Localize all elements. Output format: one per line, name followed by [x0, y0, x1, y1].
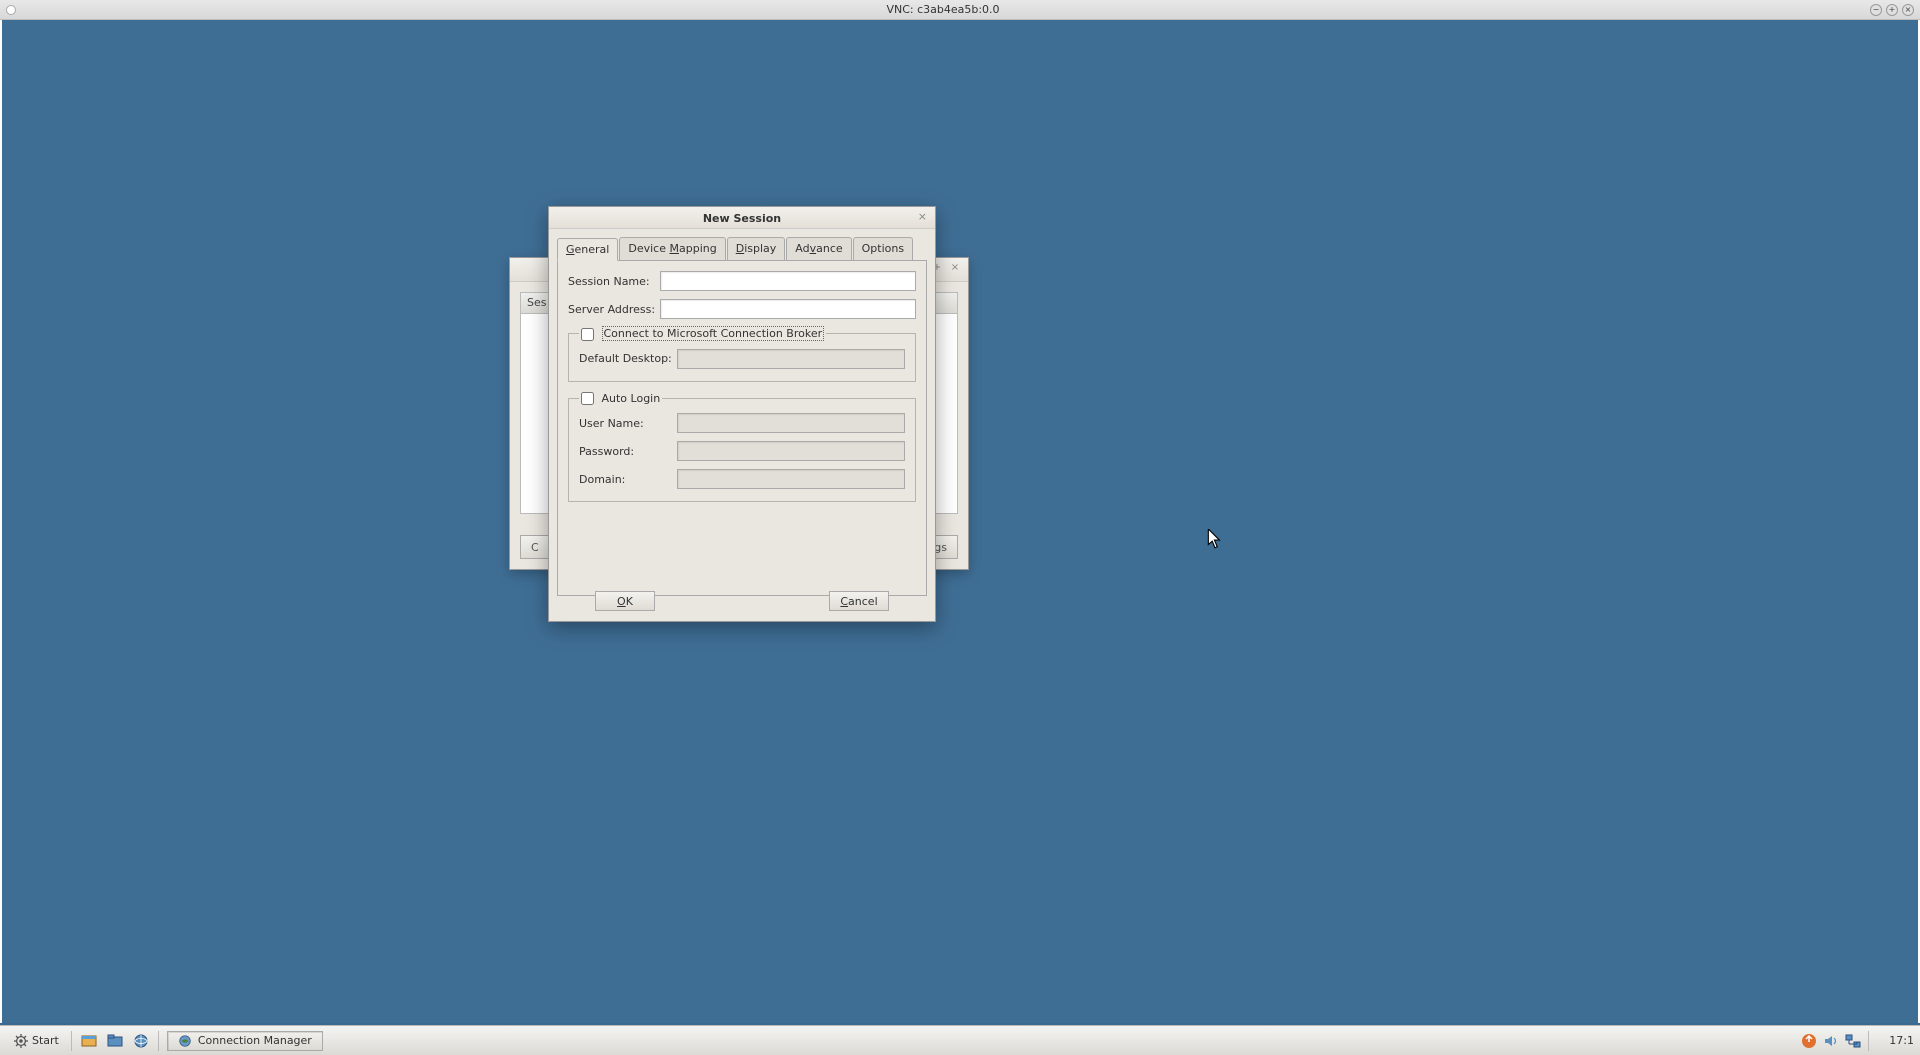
outer-titlebar: VNC: c3ab4ea5b:0.0 − + × — [0, 0, 1920, 20]
default-desktop-label: Default Desktop: — [579, 352, 677, 365]
ok-button[interactable]: OK — [595, 591, 655, 611]
desktop: − + × Ses C gs New Session × General Dev… — [0, 20, 1920, 1055]
session-name-label: Session Name: — [568, 275, 660, 288]
file-manager-icon[interactable] — [104, 1030, 126, 1052]
tab-general[interactable]: General — [557, 238, 618, 261]
server-address-label: Server Address: — [568, 303, 660, 316]
outer-window-title: VNC: c3ab4ea5b:0.0 — [20, 3, 1866, 16]
close-button[interactable]: × — [1902, 4, 1914, 16]
taskbar-separator — [1868, 1031, 1869, 1051]
taskbar-item-label: Connection Manager — [198, 1034, 312, 1047]
start-label: Start — [32, 1034, 59, 1047]
tab-device-mapping[interactable]: Device Mapping — [619, 237, 725, 260]
auto-login-checkbox[interactable] — [581, 392, 594, 405]
password-label: Password: — [579, 445, 677, 458]
new-session-dialog: New Session × General Device Mapping Dis… — [548, 206, 936, 622]
domain-label: Domain: — [579, 473, 677, 486]
connection-broker-legend: Connect to Microsoft Connection Broker — [602, 326, 825, 341]
auto-login-group: Auto Login User Name: Password: Domain: — [568, 392, 916, 503]
tab-panel-general: Session Name: Server Address: Connect to… — [557, 260, 927, 596]
tab-bar: General Device Mapping Display Advance O… — [557, 237, 927, 261]
maximize-button[interactable]: + — [1886, 4, 1898, 16]
browser-icon[interactable] — [130, 1030, 152, 1052]
taskbar: Start Connection Manager 17:1 — [0, 1025, 1920, 1055]
connection-broker-checkbox[interactable] — [581, 328, 594, 341]
network-tray-icon[interactable] — [1844, 1032, 1862, 1050]
auto-login-legend: Auto Login — [602, 392, 661, 405]
tab-advance[interactable]: Advance — [786, 237, 851, 260]
show-desktop-icon[interactable] — [78, 1030, 100, 1052]
cancel-button[interactable]: Cancel — [829, 591, 889, 611]
tab-label: eneral — [575, 243, 610, 256]
start-button[interactable]: Start — [6, 1032, 67, 1050]
connection-manager-icon — [178, 1034, 192, 1048]
gear-icon — [14, 1034, 28, 1048]
close-icon[interactable]: × — [948, 262, 962, 276]
connection-broker-group: Connect to Microsoft Connection Broker D… — [568, 327, 916, 382]
taskbar-separator — [71, 1031, 72, 1051]
default-desktop-input — [677, 349, 905, 369]
domain-input — [677, 469, 905, 489]
update-tray-icon[interactable] — [1800, 1032, 1818, 1050]
user-name-label: User Name: — [579, 417, 677, 430]
password-input — [677, 441, 905, 461]
window-menu-icon[interactable] — [6, 5, 16, 15]
minimize-button[interactable]: − — [1870, 4, 1882, 16]
bg-button-left[interactable]: C — [520, 535, 550, 559]
taskbar-item-connection-manager[interactable]: Connection Manager — [167, 1031, 323, 1051]
dialog-titlebar[interactable]: New Session × — [549, 207, 935, 229]
dialog-close-icon[interactable]: × — [918, 210, 927, 223]
taskbar-clock[interactable]: 17:1 — [1881, 1034, 1914, 1047]
tab-display[interactable]: Display — [727, 237, 786, 260]
tab-options[interactable]: Options — [853, 237, 913, 260]
taskbar-separator — [158, 1031, 159, 1051]
user-name-input — [677, 413, 905, 433]
dialog-title: New Session — [703, 212, 781, 225]
server-address-input[interactable] — [660, 299, 916, 319]
session-name-input[interactable] — [660, 271, 916, 291]
volume-tray-icon[interactable] — [1822, 1032, 1840, 1050]
